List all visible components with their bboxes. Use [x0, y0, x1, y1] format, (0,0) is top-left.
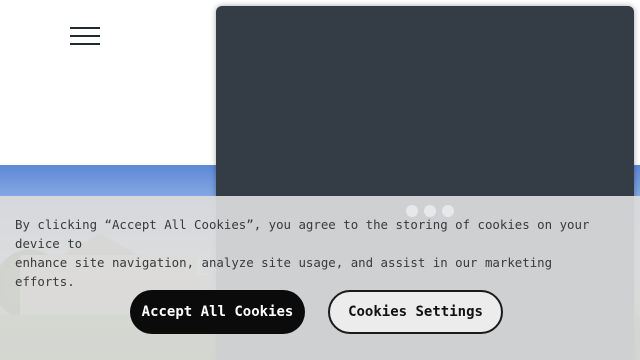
menu-bar	[70, 43, 100, 45]
cookie-message: By clicking “Accept All Cookies”, you ag…	[15, 215, 615, 291]
cookie-message-line: By clicking “Accept All Cookies”, you ag…	[15, 217, 590, 251]
cookie-banner: By clicking “Accept All Cookies”, you ag…	[0, 196, 640, 360]
loading-dot	[424, 205, 436, 217]
cookies-settings-button[interactable]: Cookies Settings	[328, 290, 503, 334]
loading-dot	[442, 205, 454, 217]
hamburger-menu-icon[interactable]	[70, 26, 100, 46]
menu-bar	[70, 27, 100, 29]
loading-dot	[406, 205, 418, 217]
menu-bar	[70, 35, 100, 37]
accept-all-cookies-button[interactable]: Accept All Cookies	[130, 290, 305, 334]
cookie-message-line: enhance site navigation, analyze site us…	[15, 255, 553, 289]
